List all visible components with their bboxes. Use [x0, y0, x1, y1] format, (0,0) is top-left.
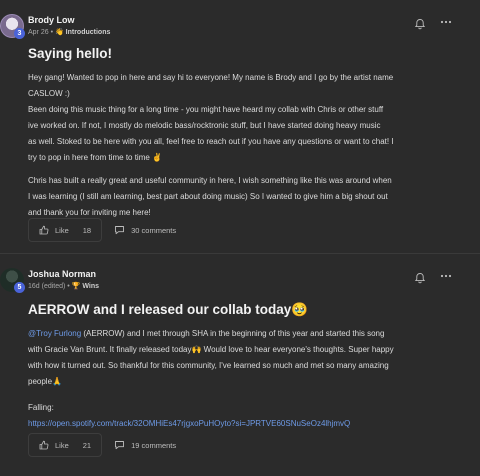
post-date: Apr 26 — [28, 29, 49, 36]
post-title[interactable]: AERROW and I released our collab today🥹 — [28, 302, 308, 318]
post-body: Hey gang! Wanted to pop in here and say … — [28, 70, 452, 221]
body-line: ive worked on. If not, I mostly do melod… — [28, 121, 381, 130]
comments-button[interactable]: 19 comments — [114, 440, 176, 450]
post-actions: Like 21 19 comments — [28, 432, 176, 458]
body-text: (AERROW) and I met through SHA in the be… — [81, 329, 385, 338]
body-line: Been doing this music thing for a long t… — [28, 105, 384, 114]
category-emoji: 👋 — [54, 29, 64, 36]
like-count: 18 — [82, 225, 92, 235]
spotify-link[interactable]: https://open.spotify.com/track/32OMHiEs4… — [28, 419, 350, 428]
more-options-icon[interactable] — [440, 20, 452, 24]
body-line: with Gracie Van Brunt. It finally releas… — [28, 345, 394, 354]
post-meta: Apr 26 • 👋 Introductions — [28, 29, 111, 36]
comment-icon — [115, 441, 125, 450]
comments-label: 19 comments — [131, 440, 177, 450]
body-line: try to pop in here from time to time ✌️ — [28, 153, 163, 162]
like-label: Like — [55, 225, 69, 235]
thumbs-up-icon — [39, 225, 49, 235]
body-line: Chris has built a really great and usefu… — [28, 176, 392, 185]
bell-icon[interactable] — [414, 272, 426, 284]
body-line: @Troy Furlong (AERROW) and I met through… — [28, 326, 452, 342]
post-meta: 16d (edited) • 🏆 Wins — [28, 283, 100, 290]
post-category[interactable]: Wins — [82, 283, 99, 290]
comments-label: 30 comments — [131, 225, 177, 235]
body-line: Hey gang! Wanted to pop in here and say … — [28, 73, 394, 82]
post-category[interactable]: Introductions — [66, 29, 111, 36]
like-label: Like — [55, 440, 69, 450]
body-line: https://open.spotify.com/track/32OMHiEs4… — [28, 416, 452, 432]
post-author[interactable]: Brody Low — [28, 15, 75, 25]
category-emoji: 🏆 — [71, 283, 81, 290]
like-button[interactable]: Like 18 — [28, 218, 103, 242]
body-line: people🙏 — [28, 377, 62, 386]
level-badge: 3 — [14, 28, 25, 39]
comments-button[interactable]: 30 comments — [114, 225, 176, 235]
body-line: with how it turned out. So thankful for … — [28, 361, 389, 370]
post-body: @Troy Furlong (AERROW) and I met through… — [28, 326, 452, 432]
bell-icon[interactable] — [414, 18, 426, 30]
body-line: as well. Stoked to be here with you all,… — [28, 137, 394, 146]
more-options-icon[interactable] — [440, 274, 452, 278]
post-title[interactable]: Saying hello! — [28, 46, 112, 61]
post-author[interactable]: Joshua Norman — [28, 269, 96, 279]
comment-icon — [115, 226, 125, 235]
post-date: 16d (edited) — [28, 283, 66, 290]
level-badge: 5 — [14, 282, 25, 293]
body-line: CASLOW :) — [28, 89, 70, 98]
post-card[interactable]: 5 Joshua Norman 16d (edited) • 🏆 Wins AE… — [0, 254, 480, 476]
user-mention[interactable]: @Troy Furlong — [28, 329, 81, 338]
like-button[interactable]: Like 21 — [28, 433, 103, 457]
body-line: Falling: — [28, 403, 54, 412]
body-line: I was learning (I still am learning, bes… — [28, 192, 388, 201]
thumbs-up-icon — [39, 440, 49, 450]
like-count: 21 — [82, 440, 92, 450]
post-card[interactable]: 3 Brody Low Apr 26 • 👋 Introductions Say… — [0, 0, 480, 254]
post-actions: Like 18 30 comments — [28, 217, 176, 243]
